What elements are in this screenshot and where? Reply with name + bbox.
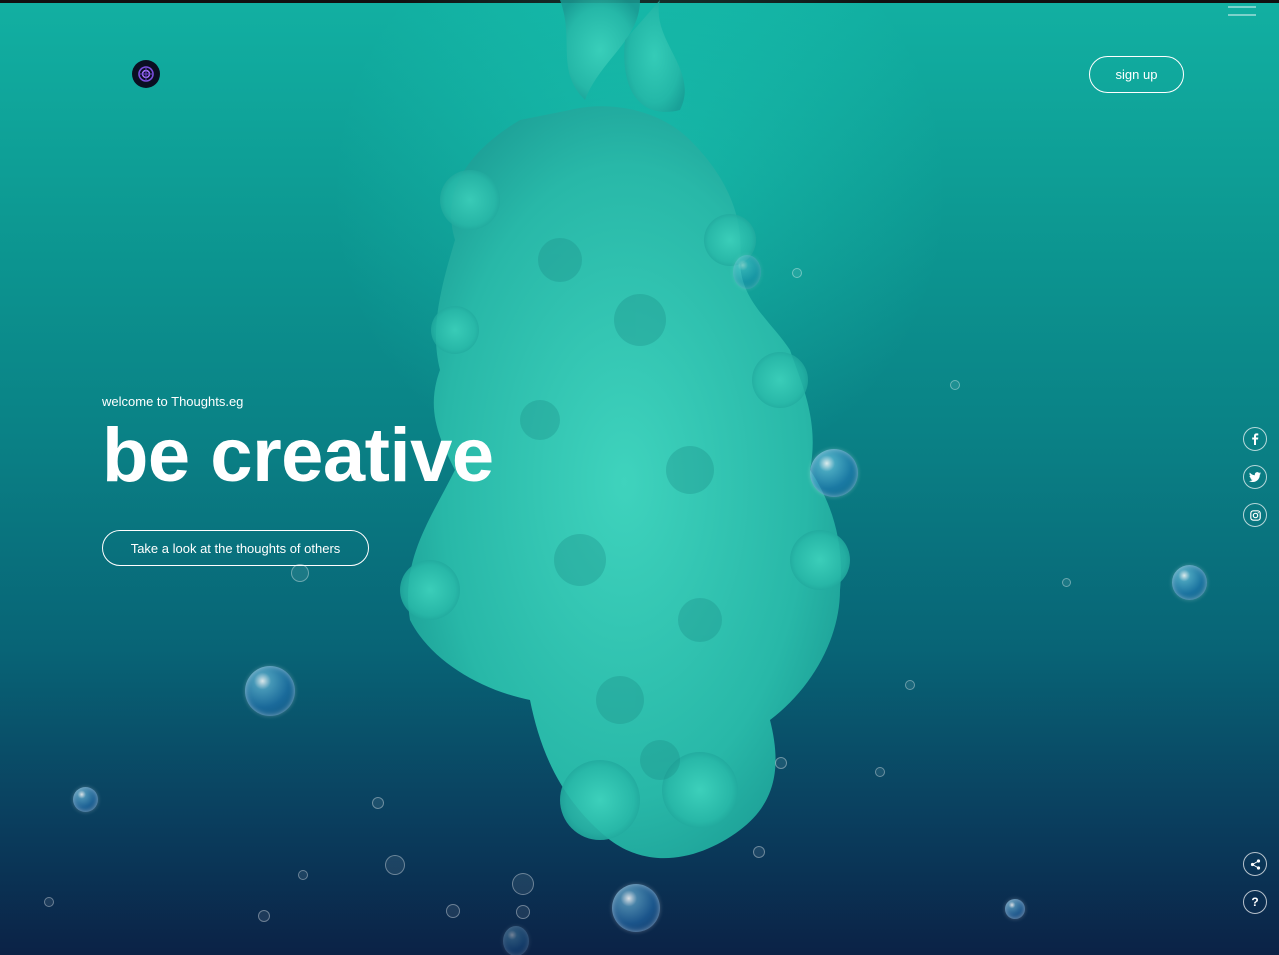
help-icon[interactable]: ? xyxy=(1243,890,1267,914)
instagram-icon[interactable] xyxy=(1243,503,1267,527)
bubble xyxy=(612,884,660,932)
tiny-bubble xyxy=(291,564,309,582)
tiny-bubble xyxy=(792,268,802,278)
tiny-bubble xyxy=(258,910,270,922)
tiny-bubble xyxy=(44,897,54,907)
tiny-bubble xyxy=(298,870,308,880)
instagram-glyph xyxy=(1249,509,1261,521)
brand-logo[interactable] xyxy=(132,60,160,88)
view-thoughts-button[interactable]: Take a look at the thoughts of others xyxy=(102,530,369,566)
spiral-logo-icon xyxy=(138,66,154,82)
bubble xyxy=(1005,899,1025,919)
tiny-bubble xyxy=(1062,578,1071,587)
welcome-text: welcome to Thoughts.eg xyxy=(102,394,244,409)
help-glyph: ? xyxy=(1251,895,1259,909)
tiny-bubble xyxy=(512,873,534,895)
twitter-icon[interactable] xyxy=(1243,465,1267,489)
share-icon[interactable] xyxy=(1243,852,1267,876)
hamburger-menu-icon[interactable] xyxy=(1228,6,1256,26)
tiny-bubble xyxy=(372,797,384,809)
tiny-bubble xyxy=(516,905,530,919)
sign-up-button[interactable]: sign up xyxy=(1089,56,1184,93)
hero-headline: be creative xyxy=(102,413,494,498)
share-glyph xyxy=(1250,858,1260,870)
landing-page: sign up welcome to Thoughts.eg be creati… xyxy=(0,0,1279,955)
tiny-bubble xyxy=(753,846,765,858)
tiny-bubble xyxy=(950,380,960,390)
bubble xyxy=(810,449,858,497)
bubble xyxy=(73,787,98,812)
bubble xyxy=(1172,565,1207,600)
bubble xyxy=(733,255,761,289)
facebook-glyph xyxy=(1252,433,1259,445)
tiny-bubble xyxy=(775,757,787,769)
tiny-bubble xyxy=(446,904,460,918)
bubble xyxy=(503,926,529,955)
twitter-glyph xyxy=(1249,472,1261,482)
tiny-bubble xyxy=(905,680,915,690)
tiny-bubble xyxy=(385,855,405,875)
tiny-bubble xyxy=(875,767,885,777)
facebook-icon[interactable] xyxy=(1243,427,1267,451)
bubble xyxy=(245,666,295,716)
